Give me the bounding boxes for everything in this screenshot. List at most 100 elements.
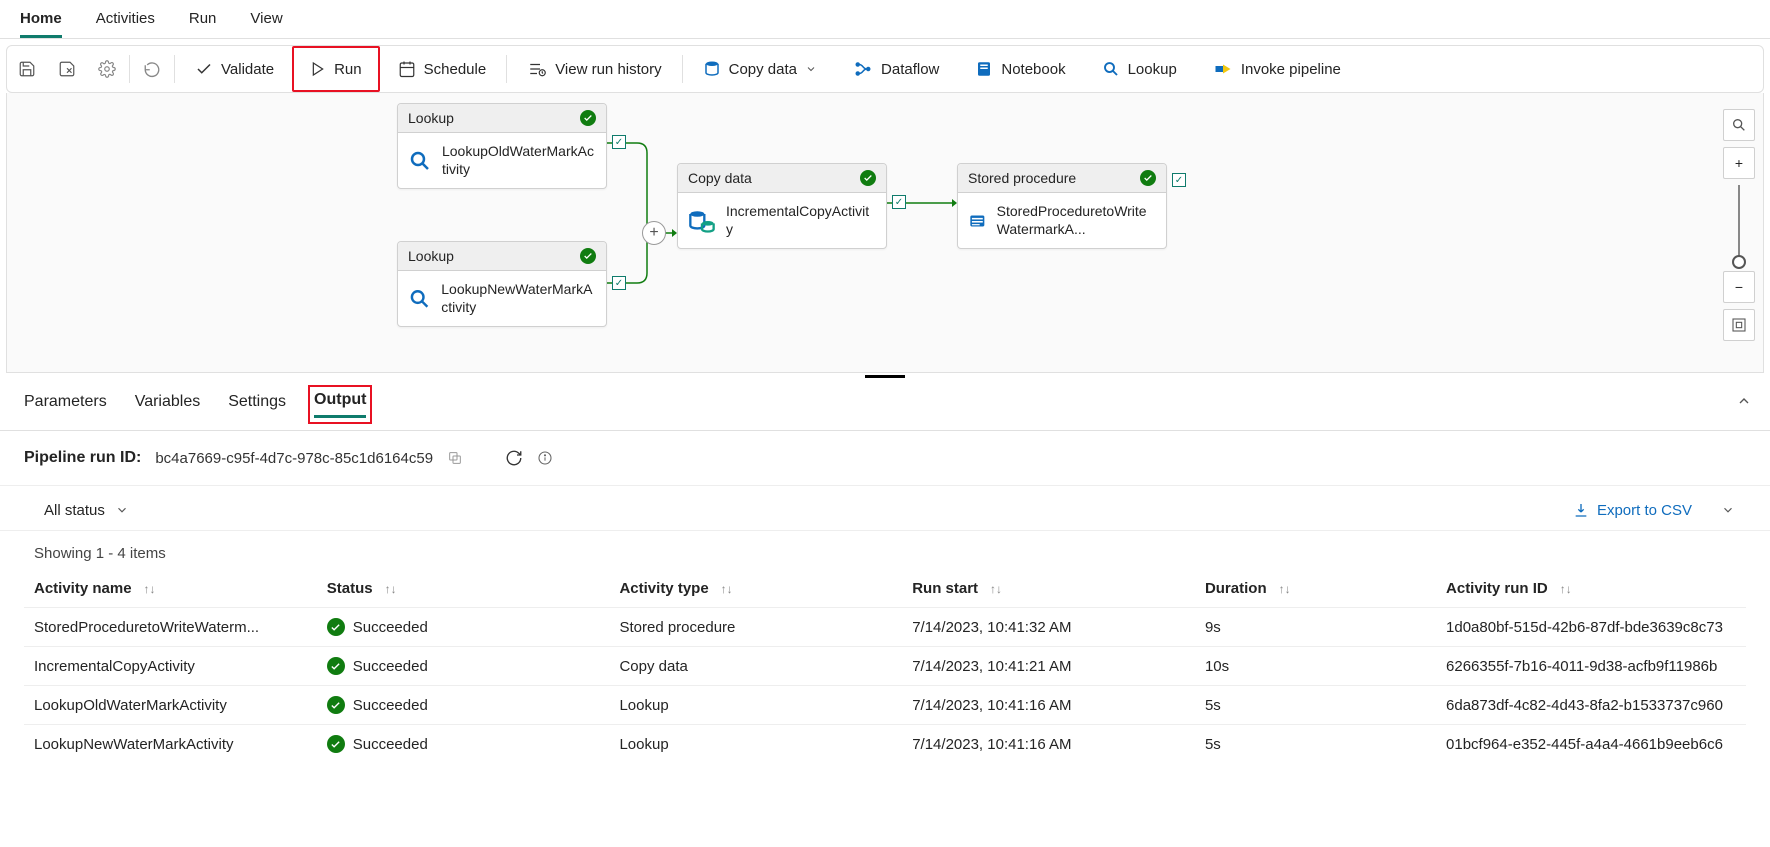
search-icon [408, 285, 431, 313]
copydata-label: Copy data [729, 61, 797, 78]
toolbar-separator [129, 55, 130, 83]
history-icon [527, 60, 547, 78]
fit-button[interactable] [1723, 309, 1755, 341]
zoom-out-button[interactable]: − [1723, 271, 1755, 303]
copy-run-id-button[interactable] [447, 450, 463, 466]
col-status[interactable]: Status↑↓ [317, 570, 610, 608]
toolbar-separator [174, 55, 175, 83]
tab-variables[interactable]: Variables [135, 393, 201, 417]
activity-name-label: StoredProceduretoWriteWatermarkA... [997, 203, 1156, 238]
invoke-button[interactable]: Invoke pipeline [1195, 46, 1359, 92]
refresh-button[interactable] [505, 449, 523, 467]
cell-run-start: 7/14/2023, 10:41:16 AM [902, 686, 1195, 725]
table-row[interactable]: LookupNewWaterMarkActivity Succeeded Loo… [24, 725, 1746, 764]
collapse-panel-button[interactable] [1736, 393, 1752, 409]
toolbar: Validate Run Schedule View run history C… [6, 45, 1764, 93]
sort-icon: ↑↓ [990, 582, 1002, 596]
lookup-button[interactable]: Lookup [1084, 46, 1195, 92]
success-status-icon [327, 696, 345, 714]
sort-icon: ↑↓ [144, 582, 156, 596]
save-button[interactable] [7, 46, 47, 92]
save-as-button[interactable] [47, 46, 87, 92]
add-activity-button[interactable]: + [642, 221, 666, 245]
notebook-label: Notebook [1001, 61, 1065, 78]
dependency-success-icon: ✓ [1172, 173, 1186, 187]
notebook-button[interactable]: Notebook [957, 46, 1083, 92]
cell-activity-name: LookupNewWaterMarkActivity [24, 725, 317, 764]
pipeline-canvas[interactable]: Lookup LookupOldWaterMarkActivity Lookup… [6, 93, 1764, 373]
cell-activity-name: StoredProceduretoWriteWaterm... [24, 608, 317, 647]
history-button[interactable]: View run history [509, 46, 679, 92]
success-status-icon [860, 170, 876, 186]
cell-activity-type: Lookup [609, 725, 902, 764]
status-filter-dropdown[interactable]: All status [44, 502, 129, 519]
ribbon-tab-view[interactable]: View [250, 0, 282, 38]
tab-parameters[interactable]: Parameters [24, 393, 107, 417]
dataflow-icon [853, 60, 873, 78]
dependency-success-icon: ✓ [612, 135, 626, 149]
run-id-row: Pipeline run ID: bc4a7669-c95f-4d7c-978c… [0, 431, 1770, 486]
ribbon-tab-run[interactable]: Run [189, 0, 217, 38]
gear-icon [98, 60, 116, 78]
activity-type-label: Stored procedure [968, 170, 1076, 186]
undo-button[interactable] [132, 46, 172, 92]
ribbon-tab-activities[interactable]: Activities [96, 0, 155, 38]
success-status-icon [1140, 170, 1156, 186]
cell-duration: 5s [1195, 686, 1436, 725]
col-activity-type[interactable]: Activity type↑↓ [609, 570, 902, 608]
activity-type-label: Lookup [408, 110, 454, 126]
cell-duration: 9s [1195, 608, 1436, 647]
zoom-slider-knob[interactable] [1732, 255, 1746, 269]
tab-settings[interactable]: Settings [228, 393, 286, 417]
zoom-in-button[interactable]: + [1723, 147, 1755, 179]
success-status-icon [327, 618, 345, 636]
activity-copy[interactable]: Copy data IncrementalCopyActivity [677, 163, 887, 249]
activity-name-label: LookupOldWaterMarkActivity [442, 143, 596, 178]
sort-icon: ↑↓ [385, 582, 397, 596]
save-icon [18, 60, 36, 78]
chevron-up-icon [1736, 393, 1752, 409]
export-more-button[interactable] [1716, 498, 1740, 522]
activity-lookup-old[interactable]: Lookup LookupOldWaterMarkActivity [397, 103, 607, 189]
table-row[interactable]: IncrementalCopyActivity Succeeded Copy d… [24, 647, 1746, 686]
find-button[interactable] [1723, 109, 1755, 141]
zoom-slider[interactable] [1738, 185, 1740, 265]
info-icon [537, 450, 553, 466]
col-duration[interactable]: Duration↑↓ [1195, 570, 1436, 608]
cell-activity-type: Copy data [609, 647, 902, 686]
filter-row: All status Export to CSV [0, 486, 1770, 531]
copydata-button[interactable]: Copy data [685, 46, 835, 92]
status-filter-label: All status [44, 502, 105, 519]
cell-activity-name: LookupOldWaterMarkActivity [24, 686, 317, 725]
cell-run-id: 6da873df-4c82-4d43-8fa2-b1533737c960 [1436, 686, 1746, 725]
ribbon-tabs: Home Activities Run View [0, 0, 1770, 39]
cell-run-start: 7/14/2023, 10:41:16 AM [902, 725, 1195, 764]
sort-icon: ↑↓ [721, 582, 733, 596]
col-run-start[interactable]: Run start↑↓ [902, 570, 1195, 608]
settings-button[interactable] [87, 46, 127, 92]
save-as-icon [58, 60, 76, 78]
cell-duration: 5s [1195, 725, 1436, 764]
success-status-icon [580, 110, 596, 126]
schedule-button[interactable]: Schedule [380, 46, 505, 92]
activity-lookup-new[interactable]: Lookup LookupNewWaterMarkActivity [397, 241, 607, 327]
chevron-down-icon [115, 503, 129, 517]
table-row[interactable]: StoredProceduretoWriteWaterm... Succeede… [24, 608, 1746, 647]
validate-button[interactable]: Validate [177, 46, 292, 92]
info-button[interactable] [537, 450, 553, 466]
tab-output[interactable]: Output [314, 391, 366, 418]
ribbon-tab-home[interactable]: Home [20, 0, 62, 38]
success-status-icon [327, 657, 345, 675]
run-button[interactable]: Run [292, 46, 380, 92]
table-row[interactable]: LookupOldWaterMarkActivity Succeeded Loo… [24, 686, 1746, 725]
run-id-value: bc4a7669-c95f-4d7c-978c-85c1d6164c59 [155, 450, 433, 467]
col-run-id[interactable]: Activity run ID↑↓ [1436, 570, 1746, 608]
col-activity-name[interactable]: Activity name↑↓ [24, 570, 317, 608]
toolbar-separator [506, 55, 507, 83]
activity-storedproc[interactable]: Stored procedure StoredProceduretoWriteW… [957, 163, 1167, 249]
export-csv-button[interactable]: Export to CSV [1573, 502, 1692, 519]
cell-run-start: 7/14/2023, 10:41:32 AM [902, 608, 1195, 647]
dataflow-button[interactable]: Dataflow [835, 46, 957, 92]
copy-icon [447, 450, 463, 466]
dependency-success-icon: ✓ [892, 195, 906, 209]
